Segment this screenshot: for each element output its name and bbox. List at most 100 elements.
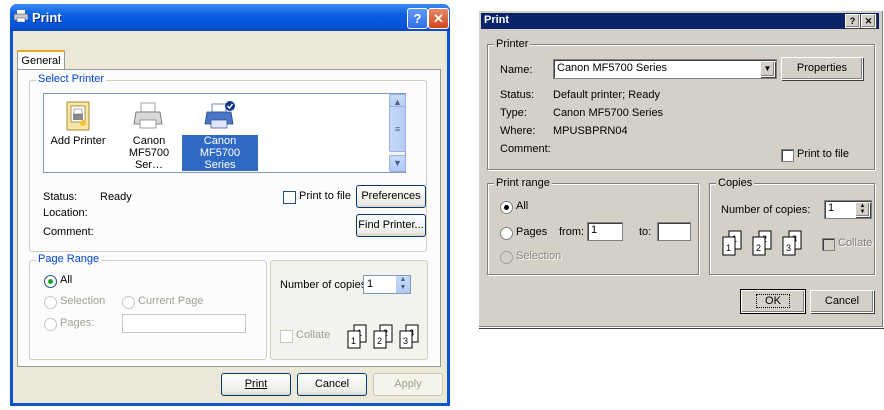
preferences-button[interactable]: Preferences — [356, 185, 426, 208]
where-label: Where: — [500, 125, 536, 137]
page-range-pages-label: Pages: — [60, 317, 95, 329]
general-tab-panel: Select Printer Add Printer Canon MF5700 … — [17, 69, 441, 367]
svg-text:2: 2 — [377, 336, 382, 346]
collate-label: Collate — [296, 329, 331, 341]
to-input[interactable] — [657, 222, 691, 241]
close-button[interactable]: ✕ — [861, 14, 876, 28]
printer-item-add[interactable]: Add Printer — [48, 100, 108, 147]
classic-title-bar[interactable]: Print ? ✕ — [481, 13, 879, 29]
print-button[interactable]: Print — [221, 373, 291, 396]
comment-label: Comment: — [43, 226, 94, 238]
ok-button-label: OK — [756, 294, 790, 308]
printer-icon — [14, 10, 28, 22]
default-printer-icon — [204, 101, 235, 129]
copies-label: Number of copies: — [280, 279, 370, 291]
classic-print-dialog: Print ? ✕ Printer Name: Canon MF5700 Ser… — [478, 10, 884, 328]
tab-general[interactable]: General — [17, 50, 65, 70]
print-to-file-checkbox[interactable] — [283, 191, 296, 204]
print-to-file-checkbox[interactable] — [781, 149, 794, 162]
cancel-button[interactable]: Cancel — [297, 373, 367, 396]
page-range-current-label: Current Page — [138, 295, 204, 307]
printer-list-scrollbar[interactable]: ▲ ≡ ▼ — [389, 93, 406, 173]
print-to-file-label: Print to file — [797, 148, 849, 160]
status-label: Status: — [500, 89, 535, 101]
printer-item-label: Canon MF5700 Series — [182, 135, 258, 171]
copies-label: Number of copies: — [721, 204, 811, 216]
copies-input[interactable]: 1 ▲ ▼ — [363, 275, 411, 294]
page-range-label: Page Range — [36, 253, 102, 265]
ok-button[interactable]: OK — [740, 289, 806, 314]
svg-text:2: 2 — [756, 243, 761, 253]
type-value: Canon MF5700 Series — [553, 107, 664, 119]
print-range-selection-radio[interactable] — [500, 251, 513, 264]
copies-value: 1 — [828, 202, 835, 214]
collate-checkbox[interactable] — [280, 330, 293, 343]
printer-item-canon-default[interactable]: Canon MF5700 Series — [182, 100, 258, 171]
print-range-label: Print range — [494, 177, 552, 189]
print-range-pages-label: Pages — [516, 226, 548, 238]
where-value: MPUSBPRN04 — [553, 125, 628, 137]
printer-item-label: Add Printer — [50, 135, 106, 147]
copies-group-label: Copies — [716, 177, 755, 189]
print-range-pages-radio[interactable] — [500, 227, 513, 240]
copies-value: 1 — [367, 278, 374, 290]
svg-text:1: 1 — [726, 243, 731, 253]
status-value: Ready — [100, 191, 132, 203]
printer-name-select[interactable]: Canon MF5700 Series ▼ — [553, 59, 777, 79]
collate-pages-icon: 1 1 2 2 3 3 — [347, 324, 419, 349]
copies-input[interactable]: 1 ▲ ▼ — [824, 200, 872, 219]
print-to-file-label: Print to file — [299, 190, 351, 202]
help-button[interactable]: ? — [407, 8, 428, 29]
xp-print-dialog: Print ? ✕ General Select Printer Add Pri… — [10, 4, 450, 406]
comment-label: Comment: — [500, 143, 551, 155]
apply-button[interactable]: Apply — [373, 373, 443, 396]
copies-spinner-icon[interactable]: ▲ ▼ — [396, 276, 410, 293]
printer-icon — [133, 102, 163, 129]
collate-checkbox[interactable] — [822, 238, 835, 251]
properties-button[interactable]: Properties — [781, 57, 863, 80]
xp-title-bar[interactable]: Print ? ✕ — [10, 4, 450, 31]
find-printer-button[interactable]: Find Printer... — [356, 214, 426, 237]
page-range-current-radio[interactable] — [122, 296, 135, 309]
from-value: 1 — [591, 224, 598, 236]
from-label: from: — [559, 226, 585, 238]
svg-text:3: 3 — [403, 336, 408, 346]
collate-label: Collate — [838, 237, 873, 249]
status-value: Default printer; Ready — [553, 89, 660, 101]
add-printer-icon — [66, 101, 90, 131]
printer-group-label: Printer — [494, 38, 531, 50]
svg-text:1: 1 — [351, 336, 356, 346]
chevron-down-icon[interactable]: ▼ — [760, 61, 775, 77]
name-label: Name: — [500, 64, 533, 76]
collate-pages-icon: 1 1 2 2 3 3 — [722, 230, 802, 256]
location-label: Location: — [43, 207, 88, 219]
printer-name-value: Canon MF5700 Series — [557, 62, 668, 74]
xp-title-text: Print — [32, 10, 62, 25]
classic-title-text: Print — [484, 14, 510, 26]
pages-input[interactable] — [122, 314, 246, 333]
page-range-selection-radio[interactable] — [44, 296, 57, 309]
copies-spinner-icon[interactable]: ▲ ▼ — [855, 202, 870, 217]
type-label: Type: — [500, 107, 527, 119]
printer-item-label: Canon MF5700 Ser… — [128, 135, 170, 171]
print-range-selection-label: Selection — [516, 250, 562, 262]
print-button-label: Print — [244, 378, 268, 390]
print-range-all-radio[interactable] — [500, 201, 513, 214]
printer-item-canon[interactable]: Canon MF5700 Ser… — [116, 100, 180, 171]
select-printer-label: Select Printer — [36, 73, 107, 85]
page-range-all-radio[interactable] — [44, 275, 57, 288]
printer-list[interactable]: Add Printer Canon MF5700 Ser… Canon MF57… — [43, 93, 390, 173]
scroll-down-icon[interactable]: ▼ — [389, 155, 406, 172]
from-input[interactable]: 1 — [587, 222, 623, 241]
page-range-selection-label: Selection — [60, 295, 106, 307]
xp-dialog-body: General Select Printer Add Printer Canon… — [13, 31, 447, 403]
cancel-button[interactable]: Cancel — [810, 290, 874, 313]
page-range-all-label: All — [60, 274, 73, 286]
scroll-thumb[interactable]: ≡ — [389, 106, 406, 152]
close-button[interactable]: ✕ — [428, 8, 449, 29]
print-range-all-label: All — [516, 200, 529, 212]
status-label: Status: — [43, 191, 78, 203]
help-button[interactable]: ? — [845, 14, 860, 28]
page-range-pages-radio[interactable] — [44, 318, 57, 331]
svg-text:3: 3 — [786, 243, 791, 253]
